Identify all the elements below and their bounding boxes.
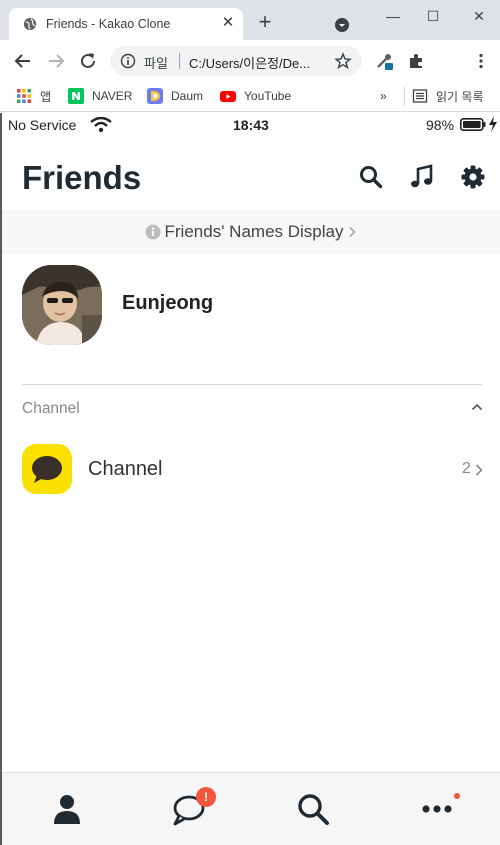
names-display-label: Friends' Names Display <box>164 222 344 241</box>
bookmark-label: 앱 <box>40 89 52 104</box>
bookmark-label: NAVER <box>92 89 133 103</box>
bookmark-youtube[interactable]: YouTube <box>220 86 291 106</box>
apps-grid-icon <box>17 89 31 103</box>
chevron-up-icon[interactable] <box>470 400 484 414</box>
settings-icon[interactable] <box>460 164 486 190</box>
channel-list-item[interactable]: Channel 2 <box>2 443 500 499</box>
friends-tab-person-icon[interactable] <box>49 791 85 827</box>
app-header: Friends <box>2 153 500 209</box>
daum-icon <box>147 88 163 104</box>
carrier-label: No Service <box>8 117 77 133</box>
bookmarks-divider <box>404 86 405 106</box>
my-profile-row[interactable]: Eunjeong <box>2 263 500 349</box>
naver-icon <box>68 88 84 104</box>
app-screen: No Service 18:43 98% Friends Friends' Na… <box>0 113 500 845</box>
browser-tab[interactable]: Friends - Kakao Clone ✕ <box>9 8 243 40</box>
section-divider <box>22 384 482 385</box>
extensions-puzzle-icon[interactable] <box>407 52 425 70</box>
bookmark-apps[interactable]: 앱 <box>16 86 51 106</box>
charging-bolt-icon <box>489 116 497 132</box>
avatar-photo <box>22 265 102 345</box>
channel-section-label: Channel <box>22 400 80 417</box>
url-scheme-label: 파일 <box>144 56 168 71</box>
minimize-button[interactable]: — <box>381 6 405 26</box>
info-icon[interactable] <box>120 53 136 69</box>
youtube-icon <box>220 91 236 102</box>
reading-list-icon <box>412 89 428 103</box>
bottom-tab-bar: ! <box>2 772 500 845</box>
profile-name: Eunjeong <box>122 292 214 314</box>
more-tab-ellipsis-icon[interactable] <box>419 791 455 827</box>
clock-time: 18:43 <box>233 117 269 133</box>
url-text[interactable]: C:/Users/이은정/De... <box>189 53 310 72</box>
bookmark-label: Daum <box>171 89 204 103</box>
channel-count: 2 <box>462 460 471 477</box>
unread-badge: ! <box>196 787 216 807</box>
bookmarks-bar: 앱 NAVER Daum YouTube » 읽기 목록 <box>0 80 500 112</box>
window-close-button[interactable]: ✕ <box>467 6 491 26</box>
names-display-banner[interactable]: Friends' Names Display <box>2 210 500 254</box>
back-arrow-icon[interactable] <box>12 50 34 72</box>
chevron-right-icon <box>349 226 357 238</box>
channel-name: Channel <box>88 458 163 480</box>
browser-menu-icon[interactable] <box>472 52 490 70</box>
page-title: Friends <box>22 159 142 196</box>
kakao-channel-logo <box>22 444 72 494</box>
url-separator <box>179 53 180 69</box>
search-icon[interactable] <box>358 164 384 190</box>
tab-close-icon[interactable]: ✕ <box>219 14 237 32</box>
wifi-icon <box>90 117 112 133</box>
reading-list-button[interactable]: 읽기 목록 <box>412 86 484 106</box>
avatar[interactable] <box>22 265 102 345</box>
battery-icon <box>460 118 486 131</box>
new-tab-button[interactable]: + <box>254 11 276 34</box>
status-bar: No Service 18:43 98% <box>2 113 500 139</box>
chevron-right-icon <box>475 464 483 476</box>
music-icon[interactable] <box>409 164 435 190</box>
bookmark-daum[interactable]: Daum <box>147 86 203 106</box>
reading-list-label: 읽기 목록 <box>436 89 484 104</box>
tab-title: Friends - Kakao Clone <box>46 17 171 31</box>
browser-toolbar: 파일 C:/Users/이은정/De... <box>0 40 500 80</box>
bookmark-star-icon[interactable] <box>334 52 352 70</box>
bookmarks-overflow-button[interactable]: » <box>380 86 387 106</box>
eyedropper-extension-icon[interactable] <box>375 52 393 70</box>
browser-tabstrip: Friends - Kakao Clone ✕ + — ☐ ✕ <box>0 0 500 40</box>
reload-icon[interactable] <box>77 50 99 72</box>
battery-percent: 98% <box>426 117 455 133</box>
info-circle-icon <box>145 224 161 240</box>
bookmark-naver[interactable]: NAVER <box>68 86 132 106</box>
tab-search-icon[interactable] <box>334 17 350 33</box>
address-bar[interactable]: 파일 C:/Users/이은정/De... <box>110 46 362 76</box>
globe-icon <box>23 17 37 31</box>
new-dot-badge <box>454 793 460 799</box>
search-tab-icon[interactable] <box>295 791 331 827</box>
overflow-chevron-icon: » <box>380 89 387 103</box>
speech-bubble-icon <box>32 456 62 483</box>
forward-arrow-icon[interactable] <box>45 50 67 72</box>
maximize-button[interactable]: ☐ <box>421 6 445 26</box>
bookmark-label: YouTube <box>244 89 292 103</box>
